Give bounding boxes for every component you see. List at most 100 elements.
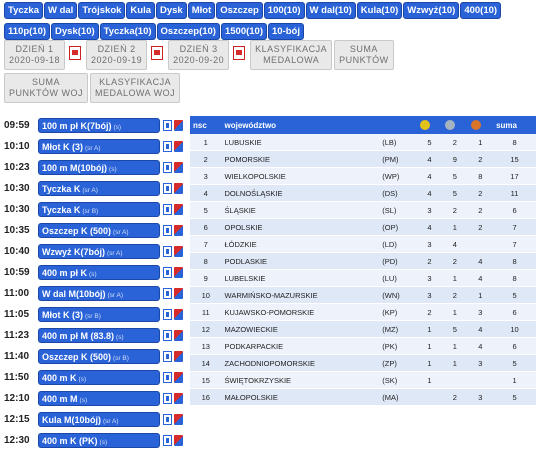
pdf-icon[interactable] [69,46,82,60]
results-icon[interactable] [174,204,183,215]
event-filter-button[interactable]: Tyczka [4,2,43,19]
event-filter-button[interactable]: 400(10) [460,2,502,19]
event-filter-button[interactable]: Oszczep [216,2,263,19]
results-icon[interactable] [174,120,183,131]
schedule-event-button[interactable]: 400 m M (s) [38,391,160,406]
document-icon[interactable] [163,372,172,383]
event-filter-button[interactable]: Dysk [156,2,187,19]
pdf-icon[interactable] [151,46,164,60]
results-icon[interactable] [174,435,183,446]
schedule-event-button[interactable]: 100 m M(10bój) (s) [38,160,160,175]
event-filter-button[interactable]: 10-bój [268,23,304,40]
medal-table-row[interactable]: 6 OPOLSKIE (OP) 4 1 2 7 [190,218,536,236]
schedule-event-button[interactable]: 400 m K (s) [38,370,160,385]
pdf-icon[interactable] [233,46,246,60]
results-icon[interactable] [174,162,183,173]
schedule-event-button[interactable]: W dal M(10bój) (sr A) [38,286,160,301]
event-filter-button[interactable]: Trójskok [78,2,126,19]
event-filter-button[interactable]: Dysk(10) [51,23,99,40]
schedule-event-button[interactable]: 400 m pł M (83.8) (s) [38,328,160,343]
event-filter-button[interactable]: Kula [126,2,155,19]
medal-table-row[interactable]: 8 PODLASKIE (PD) 2 2 4 8 [190,252,536,270]
day-tab[interactable]: SUMA PUNKTÓW WOJ [4,73,88,103]
medal-table-row[interactable]: 2 POMORSKIE (PM) 4 9 2 15 [190,150,536,168]
document-icon[interactable] [163,267,172,278]
medal-table-row[interactable]: 1 LUBUSKIE (LB) 5 2 1 8 [190,134,536,151]
results-icon[interactable] [174,246,183,257]
document-icon[interactable] [163,162,172,173]
event-filter-button[interactable]: W dal(10) [305,2,356,19]
results-icon[interactable] [174,183,183,194]
event-filter-button[interactable]: 110p(10) [4,23,51,40]
results-icon[interactable] [174,267,183,278]
schedule-event-button[interactable]: Młot K (3) (sr B) [38,307,160,322]
results-icon[interactable] [174,225,183,236]
schedule-event-button[interactable]: Tyczka K (sr B) [38,202,160,217]
schedule-event-button[interactable]: Oszczep K (500) (sr A) [38,223,160,238]
event-filter-button[interactable]: Młot [187,2,216,19]
results-icon[interactable] [174,288,183,299]
medal-table-row[interactable]: 11 KUJAWSKO-POMORSKIE (KP) 2 1 3 6 [190,303,536,321]
event-filter-button[interactable]: Kula(10) [356,2,403,19]
results-icon[interactable] [174,393,183,404]
results-icon[interactable] [174,351,183,362]
document-icon[interactable] [163,120,172,131]
document-icon[interactable] [163,288,172,299]
schedule-event-button[interactable]: Wzwyż K(7bój) (sr A) [38,244,160,259]
event-filter-button[interactable]: 100(10) [263,2,305,19]
results-icon[interactable] [174,372,183,383]
day-tab[interactable]: KLASYFIKACJA MEDALOWA WOJ [90,73,181,103]
medal-table-row[interactable]: 7 ŁÓDZKIE (LD) 3 4 7 [190,235,536,253]
medal-table-row[interactable]: 14 ZACHODNIOPOMORSKIE (ZP) 1 1 3 5 [190,354,536,372]
medal-table-row[interactable]: 5 ŚLĄSKIE (SL) 3 2 2 6 [190,201,536,219]
schedule-event-button[interactable]: Tyczka K (sr A) [38,181,160,196]
document-icon[interactable] [163,351,172,362]
silver-count-cell: 5 [442,184,468,202]
document-icon[interactable] [163,246,172,257]
day-tab[interactable]: SUMA PUNKTÓW [334,40,394,70]
day-tab[interactable]: DZIEŃ 3 2020-09-20 [168,40,230,70]
results-icon[interactable] [174,414,183,425]
event-filter-button[interactable]: Wzwyż(10) [403,2,460,19]
schedule-event-label: Młot K (3) [42,310,83,320]
schedule-event-button[interactable]: 400 m pł K (s) [38,265,160,280]
schedule-event-button[interactable]: Oszczep K (500) (sr B) [38,349,160,364]
medal-table-row[interactable]: 12 MAZOWIECKIE (MZ) 1 5 4 10 [190,320,536,338]
results-icon[interactable] [174,141,183,152]
bronze-count-cell: 4 [467,320,494,338]
document-icon[interactable] [163,309,172,320]
event-filter-button[interactable]: 1500(10) [220,23,267,40]
day-tab[interactable]: DZIEŃ 1 2020-09-18 [4,40,66,70]
day-tab[interactable]: DZIEŃ 2 2020-09-19 [86,40,148,70]
schedule-event-button[interactable]: 100 m pł K(7bój) (s) [38,118,160,133]
gold-medal-icon [419,120,430,130]
document-icon[interactable] [163,414,172,425]
region-cell: OPOLSKIE [221,218,380,236]
medal-table-row[interactable]: 9 LUBELSKIE (LU) 3 1 4 8 [190,269,536,287]
document-icon[interactable] [163,435,172,446]
event-filter-button[interactable]: Tyczka(10) [99,23,156,40]
document-icon[interactable] [163,225,172,236]
day-tab-label: KLASYFIKACJA [255,44,328,54]
medal-table-row[interactable]: 15 ŚWIĘTOKRZYSKIE (SK) 1 1 [190,371,536,389]
region-cell: LUBUSKIE [221,134,380,151]
col-silver [442,116,468,134]
medal-table-row[interactable]: 10 WARMIŃSKO-MAZURSKIE (WN) 3 2 1 5 [190,286,536,304]
results-icon[interactable] [174,330,183,341]
results-icon[interactable] [174,309,183,320]
medal-table-row[interactable]: 3 WIELKOPOLSKIE (WP) 4 5 8 17 [190,167,536,185]
event-filter-button[interactable]: W dal [43,2,78,19]
day-tab[interactable]: KLASYFIKACJA MEDALOWA [250,40,333,70]
schedule-event-button[interactable]: Młot K (3) (sr A) [38,139,160,154]
document-icon[interactable] [163,393,172,404]
document-icon[interactable] [163,204,172,215]
document-icon[interactable] [163,330,172,341]
schedule-event-button[interactable]: 400 m K (PK) (s) [38,433,160,448]
document-icon[interactable] [163,183,172,194]
medal-table-row[interactable]: 16 MAŁOPOLSKIE (MA) 2 3 5 [190,388,536,406]
medal-table-row[interactable]: 4 DOLNOŚLĄSKIE (DS) 4 5 2 11 [190,184,536,202]
medal-table-row[interactable]: 13 PODKARPACKIE (PK) 1 1 4 6 [190,337,536,355]
document-icon[interactable] [163,141,172,152]
event-filter-button[interactable]: Oszczep(10) [156,23,220,40]
schedule-event-button[interactable]: Kula M(10bój) (sr A) [38,412,160,427]
